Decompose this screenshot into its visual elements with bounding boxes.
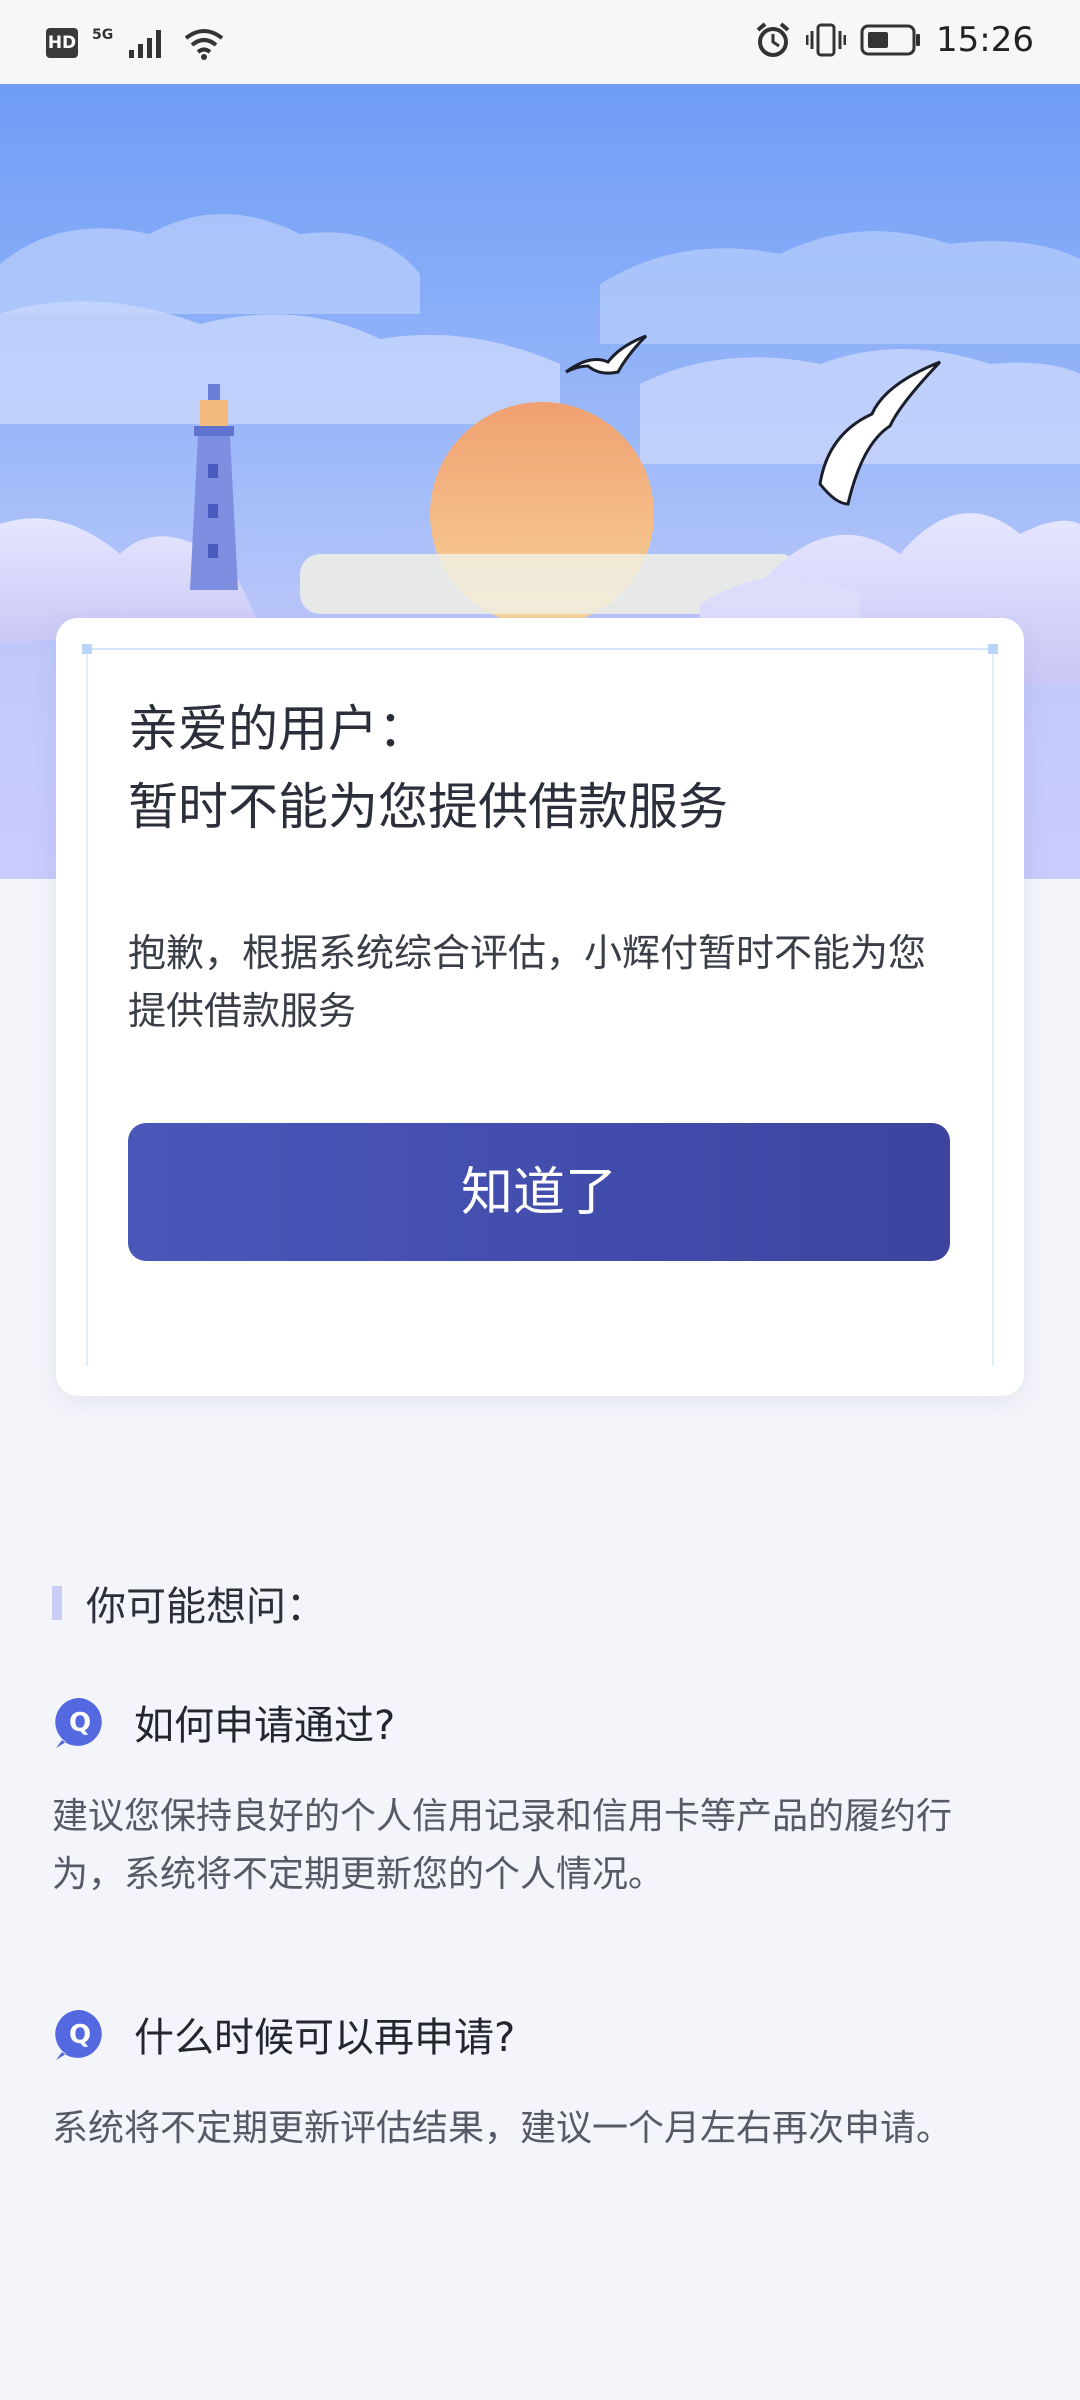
- question-icon: Q: [55, 2009, 102, 2060]
- acknowledge-button[interactable]: 知道了: [128, 1123, 950, 1261]
- status-left: HD 5G: [46, 26, 225, 60]
- status-bar: HD 5G 15:26: [0, 0, 1080, 84]
- network-type: 5G: [92, 27, 114, 43]
- faq-question-row: Q 什么时候可以再申请?: [52, 2004, 1012, 2064]
- wifi-icon: [185, 29, 224, 60]
- question-icon-label: Q: [69, 1708, 91, 1738]
- faq-answer: 建议您保持良好的个人信用记录和信用卡等产品的履约行为，系统将不定期更新您的个人情…: [52, 1796, 953, 1895]
- hd-icon: HD: [46, 28, 78, 58]
- rejection-card: 亲爱的用户： 暂时不能为您提供借款服务 抱歉，根据系统综合评估，小辉付暂时不能为…: [56, 618, 1024, 1396]
- faq-item: Q 什么时候可以再申请? 系统将不定期更新评估结果，建议一个月左右再次申请。: [52, 2004, 1012, 2158]
- cloud-back-left: [0, 214, 420, 314]
- faq-item: Q 如何申请通过? 建议您保持良好的个人信用记录和信用卡等产品的履约行为，系统将…: [52, 1692, 1012, 1904]
- battery-icon: [860, 24, 921, 56]
- faq-question: 什么时候可以再申请?: [134, 2015, 516, 2061]
- vibrate-icon: [806, 23, 847, 57]
- question-icon-label: Q: [69, 2020, 91, 2050]
- faq-heading-bar: [52, 1586, 62, 1620]
- faq-answer: 系统将不定期更新评估结果，建议一个月左右再次申请。: [52, 2108, 953, 2149]
- faq-question-row: Q 如何申请通过?: [52, 1692, 1012, 1752]
- faq-heading: 你可能想问：: [52, 1574, 326, 1632]
- faq-question: 如何申请通过?: [134, 1703, 396, 1749]
- card-title: 亲爱的用户： 暂时不能为您提供借款服务: [128, 690, 728, 846]
- status-right: 15:26: [754, 20, 1034, 60]
- faq-heading-text: 你可能想问：: [86, 1584, 326, 1630]
- cloud-back-right: [600, 231, 1080, 344]
- card-title-line2: 暂时不能为您提供借款服务: [128, 778, 728, 836]
- alarm-icon: [756, 22, 790, 57]
- cloud-mid: [0, 301, 560, 424]
- card-title-line1: 亲爱的用户：: [128, 700, 428, 758]
- signal-icon: [129, 30, 162, 58]
- status-time: 15:26: [936, 20, 1034, 60]
- card-message: 抱歉，根据系统综合评估，小辉付暂时不能为您提供借款服务: [128, 931, 927, 1033]
- question-icon: Q: [55, 1697, 102, 1748]
